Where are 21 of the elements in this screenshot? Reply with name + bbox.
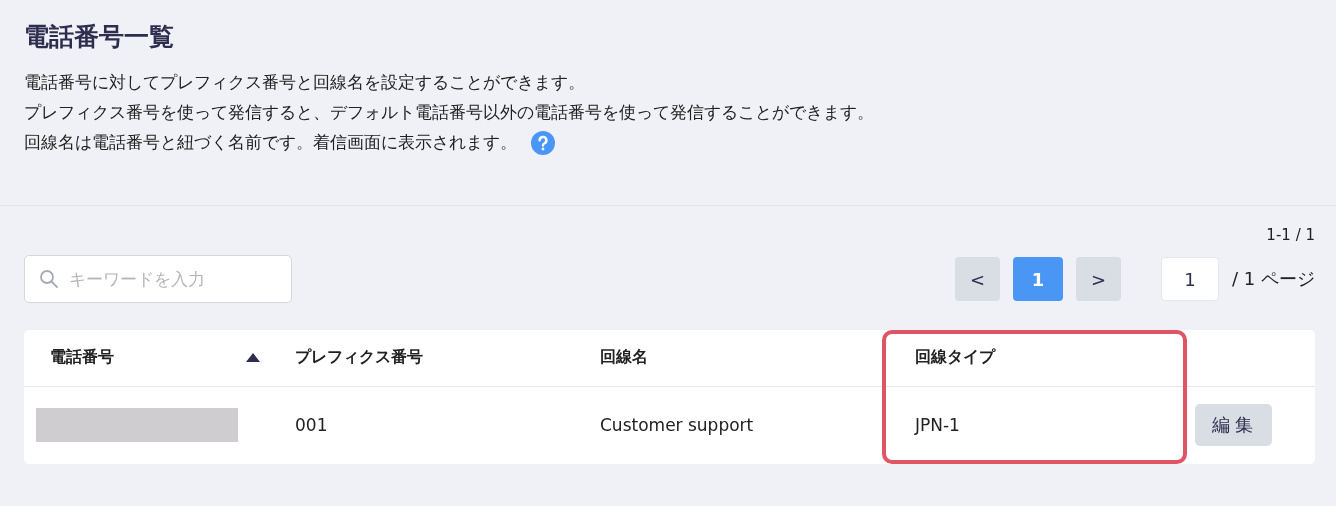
sort-ascending-icon[interactable] (246, 353, 260, 363)
description-text: 回線名は電話番号と紐づく名前です。着信画面に表示されます。 (24, 132, 517, 152)
result-count: 1-1 / 1 (1266, 226, 1315, 244)
next-page-button[interactable]: > (1076, 257, 1122, 301)
help-icon[interactable] (531, 131, 555, 155)
edit-button[interactable]: 編集 (1195, 404, 1272, 447)
search-field[interactable]: キーワードを入力 (24, 255, 292, 303)
column-header[interactable]: プレフィクス番号 (295, 347, 423, 369)
search-icon (39, 269, 59, 289)
page-total: / 1 ページ (1232, 267, 1315, 291)
page-title: 電話番号一覧 (24, 21, 175, 53)
description-text: プレフィクス番号を使って発信すると、デフォルト電話番号以外の電話番号を使って発信することができます。 (24, 102, 874, 122)
table-cell: JPN-1 (915, 415, 960, 436)
column-header[interactable]: 回線名 (600, 347, 648, 369)
previous-page-button[interactable]: < (955, 257, 1001, 301)
column-header[interactable]: 電話番号 (50, 347, 114, 369)
table-cell: Customer support (600, 415, 754, 436)
page-number-field[interactable]: 1 (1161, 257, 1220, 301)
description-text: 電話番号に対してプレフィクス番号と回線名を設定することができます。 (24, 72, 585, 92)
table-cell: 001 (295, 415, 328, 436)
column-header[interactable]: 回線タイプ (915, 347, 995, 369)
